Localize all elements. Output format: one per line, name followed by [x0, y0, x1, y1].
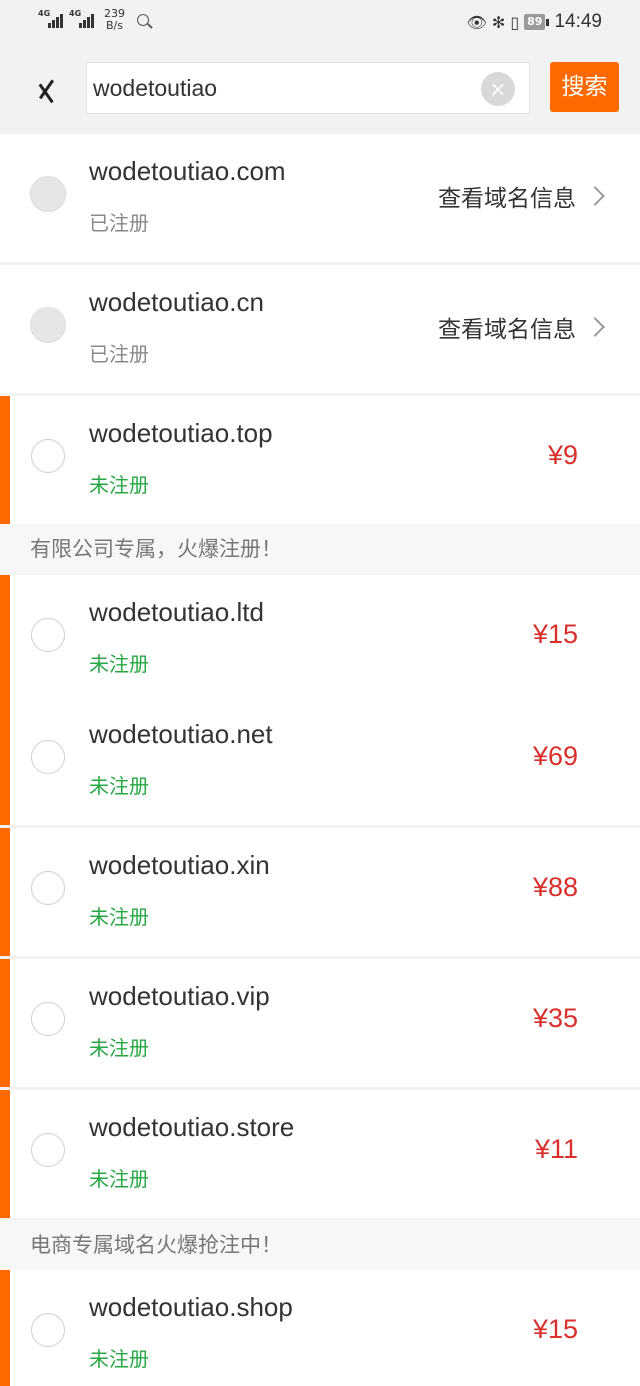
domain-price: ¥15: [532, 1314, 578, 1344]
select-radio[interactable]: [31, 1133, 65, 1167]
chevron-right-icon: [585, 186, 605, 206]
domain-row[interactable]: wodetoutiao.com 已注册 查看域名信息: [0, 134, 640, 262]
domain-name: wodetoutiao.store: [89, 1112, 295, 1142]
select-radio[interactable]: [31, 871, 65, 905]
battery-icon: 89: [524, 14, 550, 30]
view-domain-info-link[interactable]: 查看域名信息: [438, 310, 576, 344]
domain-row[interactable]: wodetoutiao.top 未注册 ¥9: [0, 396, 640, 524]
domain-price: ¥35: [532, 1003, 578, 1033]
domain-name: wodetoutiao.com: [89, 156, 286, 186]
network-type-label: 4G: [38, 9, 51, 18]
status-right: 👁 ✻ ▯ 89 14:49: [467, 11, 602, 33]
domain-row[interactable]: wodetoutiao.shop 未注册 ¥15: [0, 1270, 640, 1386]
select-radio[interactable]: [31, 1313, 65, 1347]
domain-row[interactable]: wodetoutiao.net 未注册 ¥69: [0, 697, 640, 825]
signal-icon: 4G: [69, 8, 94, 28]
domain-row[interactable]: wodetoutiao.xin 未注册 ¥88: [0, 828, 640, 956]
domain-price: ¥15: [532, 619, 578, 649]
status-left: 4G 4G 239 B/s: [38, 8, 153, 32]
clock: 14:49: [554, 11, 602, 32]
status-bar: 4G 4G 239 B/s 👁 ✻ ▯ 89 14:49: [0, 0, 640, 46]
domain-name: wodetoutiao.ltd: [89, 597, 264, 627]
chevron-right-icon: [585, 317, 605, 337]
select-radio[interactable]: [31, 439, 65, 473]
select-radio[interactable]: [31, 740, 65, 774]
domain-status: 已注册: [89, 211, 149, 235]
domain-price: ¥9: [547, 440, 578, 470]
domain-price: ¥69: [532, 741, 578, 771]
domain-name: wodetoutiao.xin: [89, 850, 270, 880]
domain-row[interactable]: wodetoutiao.vip 未注册 ¥35: [0, 959, 640, 1087]
domain-name: wodetoutiao.vip: [89, 981, 270, 1011]
domain-status: 未注册: [89, 774, 149, 798]
domain-status: 未注册: [89, 1347, 149, 1371]
search-icon: [137, 14, 153, 30]
search-input[interactable]: [93, 63, 473, 113]
domain-name: wodetoutiao.top: [89, 418, 273, 448]
domain-price: ¥11: [534, 1134, 578, 1164]
view-domain-info-link[interactable]: 查看域名信息: [438, 179, 576, 213]
search-button[interactable]: 搜索: [550, 62, 619, 112]
eye-icon: 👁: [466, 12, 487, 32]
back-arrow-icon[interactable]: [36, 70, 64, 110]
domain-name: wodetoutiao.net: [89, 719, 273, 749]
bluetooth-icon: ✻: [491, 12, 506, 32]
domain-status: 已注册: [89, 342, 149, 366]
domain-status: 未注册: [89, 1167, 149, 1191]
select-radio[interactable]: [31, 1002, 65, 1036]
vibrate-icon: ▯: [510, 12, 520, 32]
disabled-radio: [30, 307, 66, 343]
section-header-ecommerce: 电商专属域名火爆抢注中！: [0, 1220, 640, 1270]
section-header-company: 有限公司专属，火爆注册！: [0, 524, 640, 574]
disabled-radio: [30, 176, 66, 212]
domain-name: wodetoutiao.shop: [89, 1292, 293, 1322]
domain-status: 未注册: [89, 652, 149, 676]
search-header: × 搜索: [0, 46, 640, 132]
domain-row[interactable]: wodetoutiao.store 未注册 ¥11: [0, 1090, 640, 1218]
network-type-label: 4G: [69, 9, 82, 18]
domain-name: wodetoutiao.cn: [89, 287, 264, 317]
network-speed: 239 B/s: [104, 7, 125, 32]
domain-row[interactable]: wodetoutiao.cn 已注册 查看域名信息: [0, 265, 640, 393]
domain-price: ¥88: [532, 872, 578, 902]
search-box: ×: [86, 62, 530, 114]
signal-icon: 4G: [38, 8, 63, 28]
domain-row[interactable]: wodetoutiao.ltd 未注册 ¥15: [0, 575, 640, 703]
clear-icon[interactable]: ×: [481, 72, 515, 106]
domain-status: 未注册: [89, 473, 149, 497]
domain-status: 未注册: [89, 1036, 149, 1060]
domain-status: 未注册: [89, 905, 149, 929]
select-radio[interactable]: [31, 618, 65, 652]
